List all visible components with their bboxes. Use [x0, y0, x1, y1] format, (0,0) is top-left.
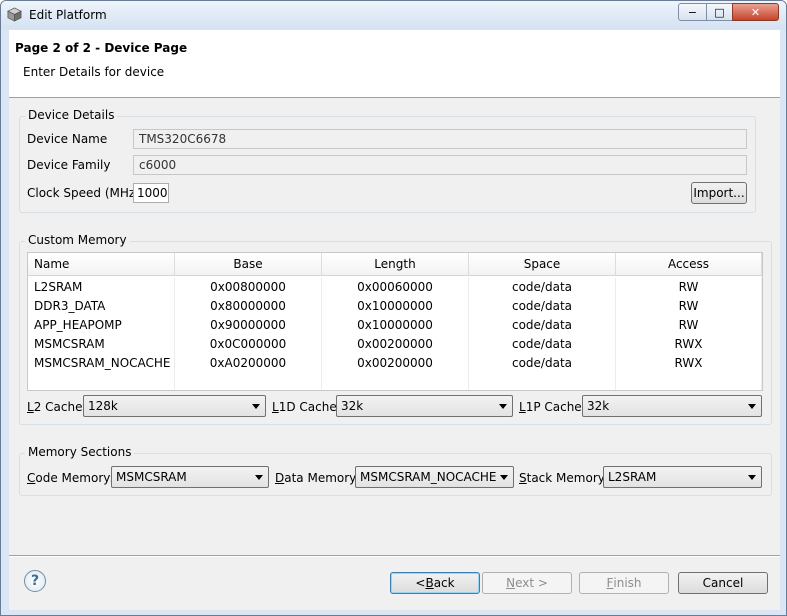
column-header-base[interactable]: Base — [175, 253, 322, 275]
chevron-down-icon — [255, 475, 263, 480]
table-row[interactable]: DDR3_DATA 0x80000000 0x10000000 code/dat… — [28, 297, 762, 316]
chevron-down-icon — [748, 404, 756, 409]
custom-memory-legend: Custom Memory — [25, 233, 130, 247]
device-name-field[interactable]: TMS320C6678 — [133, 129, 747, 149]
cell-length: 0x00200000 — [322, 335, 469, 354]
cell-space: code/data — [469, 316, 616, 335]
cell-access: RWX — [616, 354, 762, 373]
cell-empty — [469, 373, 616, 390]
table-row[interactable]: MSMCSRAM 0x0C000000 0x00200000 code/data… — [28, 335, 762, 354]
l2-cache-label: L2 Cache: — [27, 400, 87, 414]
memory-table[interactable]: Name Base Length Space Access L2SRAM 0x0… — [27, 252, 763, 391]
l1p-cache-label: L1P Cache: — [519, 400, 586, 414]
cell-name: DDR3_DATA — [28, 297, 175, 316]
column-header-length[interactable]: Length — [322, 253, 469, 275]
cell-access: RW — [616, 278, 762, 297]
l1p-cache-value: 32k — [587, 399, 610, 413]
window-title: Edit Platform — [29, 8, 107, 22]
column-header-access[interactable]: Access — [616, 253, 762, 275]
code-memory-label: Code Memory: — [27, 471, 114, 485]
cell-space: code/data — [469, 354, 616, 373]
cell-base: 0x90000000 — [175, 316, 322, 335]
table-row[interactable]: L2SRAM 0x00800000 0x00060000 code/data R… — [28, 278, 762, 297]
finish-button[interactable]: Finish — [579, 572, 669, 594]
app-cube-icon — [7, 7, 22, 22]
minimize-button[interactable]: − — [678, 3, 707, 21]
next-button[interactable]: Next > — [482, 572, 572, 594]
cell-name: MSMCSRAM_NOCACHE — [28, 354, 175, 373]
cell-empty — [28, 373, 175, 390]
import-button[interactable]: Import... — [691, 182, 747, 204]
cell-space: code/data — [469, 297, 616, 316]
cancel-button[interactable]: Cancel — [678, 572, 768, 594]
help-icon[interactable]: ? — [24, 570, 46, 592]
cell-base: 0x0C000000 — [175, 335, 322, 354]
cell-access: RW — [616, 297, 762, 316]
device-name-label: Device Name — [27, 132, 108, 146]
stack-memory-label: Stack Memory: — [519, 471, 609, 485]
data-memory-label: Data Memory: — [275, 471, 360, 485]
page-subtitle: Enter Details for device — [23, 65, 165, 79]
device-details-legend: Device Details — [25, 108, 118, 122]
cell-length: 0x00200000 — [322, 354, 469, 373]
l1d-cache-select[interactable]: 32k — [336, 395, 513, 417]
cell-empty — [322, 373, 469, 390]
cell-space: code/data — [469, 278, 616, 297]
chevron-down-icon — [252, 404, 260, 409]
close-icon: ✕ — [750, 5, 761, 19]
cell-name: L2SRAM — [28, 278, 175, 297]
cell-name: MSMCSRAM — [28, 335, 175, 354]
table-row-empty[interactable] — [28, 373, 762, 390]
l2-cache-select[interactable]: 128k — [83, 395, 266, 417]
data-memory-select[interactable]: MSMCSRAM_NOCACHE — [355, 466, 514, 488]
cell-length: 0x10000000 — [322, 316, 469, 335]
table-row[interactable]: APP_HEAPOMP 0x90000000 0x10000000 code/d… — [28, 316, 762, 335]
column-header-space[interactable]: Space — [469, 253, 616, 275]
cell-empty — [175, 373, 322, 390]
chevron-down-icon — [500, 475, 508, 480]
stack-memory-value: L2SRAM — [608, 470, 657, 484]
device-family-label: Device Family — [27, 158, 111, 172]
cell-space: code/data — [469, 335, 616, 354]
minimize-icon: − — [687, 5, 698, 19]
table-row[interactable]: MSMCSRAM_NOCACHE 0xA0200000 0x00200000 c… — [28, 354, 762, 373]
stack-memory-select[interactable]: L2SRAM — [603, 466, 762, 488]
column-header-name[interactable]: Name — [28, 253, 175, 275]
cell-length: 0x00060000 — [322, 278, 469, 297]
memory-sections-legend: Memory Sections — [25, 445, 135, 459]
footer-separator — [9, 555, 780, 557]
cell-empty — [616, 373, 762, 390]
l1d-cache-value: 32k — [341, 399, 364, 413]
back-button[interactable]: < Back — [390, 572, 480, 594]
memory-table-header: Name Base Length Space Access — [28, 253, 762, 276]
clock-speed-label: Clock Speed (MHz) — [27, 186, 140, 200]
data-memory-value: MSMCSRAM_NOCACHE — [360, 470, 497, 484]
chevron-down-icon — [748, 475, 756, 480]
code-memory-value: MSMCSRAM — [116, 470, 187, 484]
maximize-button[interactable]: □ — [706, 3, 733, 21]
chevron-down-icon — [499, 404, 507, 409]
cell-access: RWX — [616, 335, 762, 354]
cell-name: APP_HEAPOMP — [28, 316, 175, 335]
maximize-icon: □ — [714, 5, 725, 19]
dialog-content: Page 2 of 2 - Device Page Enter Details … — [9, 30, 780, 610]
l1d-cache-label: L1D Cache: — [272, 400, 341, 414]
page-title: Page 2 of 2 - Device Page — [15, 41, 188, 55]
title-bar[interactable]: Edit Platform − □ ✕ — [1, 1, 786, 29]
cell-access: RW — [616, 316, 762, 335]
cell-base: 0x00800000 — [175, 278, 322, 297]
wizard-header: Page 2 of 2 - Device Page Enter Details … — [9, 30, 780, 98]
cell-length: 0x10000000 — [322, 297, 469, 316]
code-memory-select[interactable]: MSMCSRAM — [111, 466, 269, 488]
l2-cache-value: 128k — [88, 399, 118, 413]
edit-platform-window: Edit Platform − □ ✕ Page 2 of 2 - Device… — [0, 0, 787, 616]
clock-speed-input[interactable]: 1000 — [133, 183, 169, 203]
device-family-field[interactable]: c6000 — [133, 155, 747, 175]
cell-base: 0xA0200000 — [175, 354, 322, 373]
cell-base: 0x80000000 — [175, 297, 322, 316]
l1p-cache-select[interactable]: 32k — [582, 395, 762, 417]
close-button[interactable]: ✕ — [732, 3, 779, 21]
